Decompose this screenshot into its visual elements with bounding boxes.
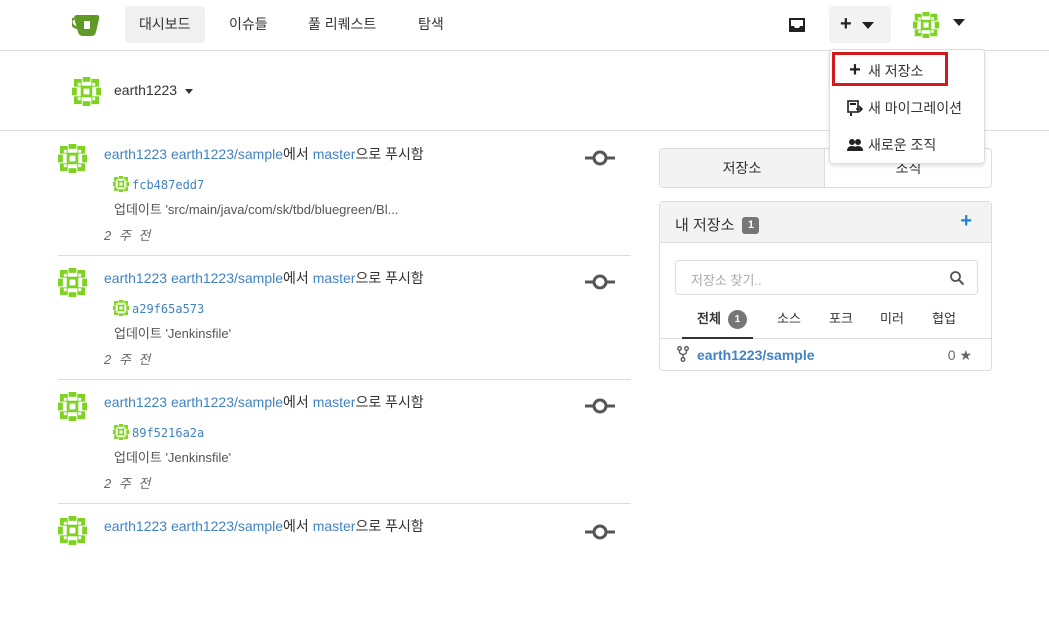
commit-row: fcb487edd7	[113, 176, 204, 192]
filter-forks[interactable]: 포크	[829, 308, 853, 327]
feed-text: 에서	[283, 518, 309, 534]
commit-sha-link[interactable]: 89f5216a2a	[132, 426, 204, 440]
plus-icon: +	[840, 13, 852, 35]
highlight-box	[832, 52, 948, 86]
feed-title: earth1223 earth1223/sample에서 master으로 푸시…	[104, 268, 424, 288]
feed-item: earth1223 earth1223/sample에서 master으로 푸시…	[58, 504, 631, 628]
migration-icon	[846, 91, 864, 127]
feed-text: 으로 푸시함	[355, 394, 424, 410]
caret-down-icon[interactable]	[185, 89, 193, 94]
git-commit-icon	[585, 398, 615, 414]
nav-dashboard[interactable]: 대시보드	[125, 6, 205, 43]
repo-link[interactable]: earth1223/sample	[171, 146, 283, 162]
feed-item: earth1223 earth1223/sample에서 master으로 푸시…	[58, 132, 631, 256]
branch-link[interactable]: master	[313, 270, 356, 286]
git-commit-icon	[585, 274, 615, 290]
gitea-logo-icon[interactable]	[72, 12, 102, 38]
context-username[interactable]: earth1223	[114, 82, 177, 98]
context-avatar[interactable]	[72, 77, 101, 106]
create-dropdown-menu: + 새 저장소 새 마이그레이션 새로운 조직	[829, 49, 985, 164]
repo-link[interactable]: earth1223/sample	[171, 270, 283, 286]
menu-item-new-org[interactable]: 새로운 조직	[830, 127, 984, 163]
avatar	[113, 300, 129, 316]
actor-link[interactable]: earth1223	[104, 146, 167, 162]
search-icon[interactable]	[949, 270, 965, 286]
avatar[interactable]	[58, 268, 87, 297]
menu-item-label: 새 마이그레이션	[868, 100, 963, 116]
repo-count-badge: 1	[742, 217, 760, 234]
feed-title: earth1223 earth1223/sample에서 master으로 푸시…	[104, 144, 424, 164]
feed-title: earth1223 earth1223/sample에서 master으로 푸시…	[104, 392, 424, 412]
git-commit-icon	[585, 524, 615, 540]
user-avatar[interactable]	[913, 12, 939, 38]
my-repositories-panel: 내 저장소 1 + 저장소 찾기.. 전체 1 소스 포크 미러 협업 earth1…	[659, 201, 992, 371]
repo-link[interactable]: earth1223/sample	[697, 347, 815, 363]
menu-item-label: 새로운 조직	[868, 137, 937, 153]
nav-issues[interactable]: 이슈들	[215, 6, 282, 43]
branch-link[interactable]: master	[313, 394, 356, 410]
feed-title: earth1223 earth1223/sample에서 master으로 푸시…	[104, 516, 424, 536]
feed-item: earth1223 earth1223/sample에서 master으로 푸시…	[58, 256, 631, 380]
avatar[interactable]	[58, 392, 87, 421]
star-count: 0	[947, 347, 956, 363]
commit-sha-link[interactable]: a29f65a573	[132, 302, 204, 316]
caret-down-icon	[862, 22, 874, 29]
avatar[interactable]	[58, 144, 87, 173]
commit-sha-link[interactable]: fcb487edd7	[132, 178, 204, 192]
actor-link[interactable]: earth1223	[104, 270, 167, 286]
create-new-button[interactable]: +	[829, 6, 891, 43]
filter-mirrors[interactable]: 미러	[880, 308, 904, 327]
inbox-icon[interactable]	[787, 15, 807, 35]
tab-repositories[interactable]: 저장소	[660, 149, 825, 187]
nav-explore[interactable]: 탐색	[404, 6, 458, 43]
add-repo-icon[interactable]: +	[960, 210, 972, 233]
user-menu-caret-icon[interactable]	[953, 19, 965, 26]
feed-text: 에서	[283, 394, 309, 410]
filter-sources[interactable]: 소스	[777, 308, 801, 327]
filter-label: 전체	[697, 311, 721, 326]
feed-text: 으로 푸시함	[355, 518, 424, 534]
repo-star-count: 0 ★	[948, 347, 972, 364]
actor-link[interactable]: earth1223	[104, 518, 167, 534]
menu-item-new-migration[interactable]: 새 마이그레이션	[830, 90, 984, 126]
repo-link[interactable]: earth1223/sample	[171, 518, 283, 534]
repo-fork-icon	[677, 346, 689, 362]
commit-row: a29f65a573	[113, 300, 204, 316]
feed-text: 에서	[283, 270, 309, 286]
commit-row: 89f5216a2a	[113, 424, 204, 440]
filter-collaborative[interactable]: 협업	[932, 308, 956, 327]
actor-link[interactable]: earth1223	[104, 394, 167, 410]
avatar	[113, 424, 129, 440]
search-placeholder: 저장소 찾기..	[691, 273, 762, 288]
active-filter-indicator	[682, 337, 753, 339]
commit-message: 업데이트 'src/main/java/com/sk/tbd/bluegreen…	[114, 202, 399, 217]
star-icon: ★	[959, 347, 972, 363]
commit-message: 업데이트 'Jenkinsfile'	[114, 326, 232, 341]
feed-text: 으로 푸시함	[355, 270, 424, 286]
repo-panel-title: 내 저장소 1	[675, 214, 760, 235]
timestamp: 2 주 전	[104, 352, 153, 367]
organization-icon	[846, 128, 864, 164]
top-navbar: 대시보드 이슈들 풀 리퀘스트 탐색 +	[0, 0, 1049, 51]
feed-text: 에서	[283, 146, 309, 162]
branch-link[interactable]: master	[313, 518, 356, 534]
feed-text: 으로 푸시함	[355, 146, 424, 162]
git-commit-icon	[585, 150, 615, 166]
feed-item: earth1223 earth1223/sample에서 master으로 푸시…	[58, 380, 631, 504]
commit-message: 업데이트 'Jenkinsfile'	[114, 450, 232, 465]
repo-link[interactable]: earth1223/sample	[171, 394, 283, 410]
repo-panel-title-text: 내 저장소	[675, 217, 735, 234]
nav-pull-requests[interactable]: 풀 리퀘스트	[294, 6, 390, 43]
avatar	[113, 176, 129, 192]
repo-panel-header: 내 저장소 1 +	[660, 202, 991, 243]
filter-count-badge: 1	[727, 310, 747, 329]
timestamp: 2 주 전	[104, 476, 153, 491]
repo-search-input[interactable]: 저장소 찾기..	[675, 260, 978, 295]
timestamp: 2 주 전	[104, 228, 153, 243]
branch-link[interactable]: master	[313, 146, 356, 162]
filter-all[interactable]: 전체 1	[697, 308, 747, 329]
